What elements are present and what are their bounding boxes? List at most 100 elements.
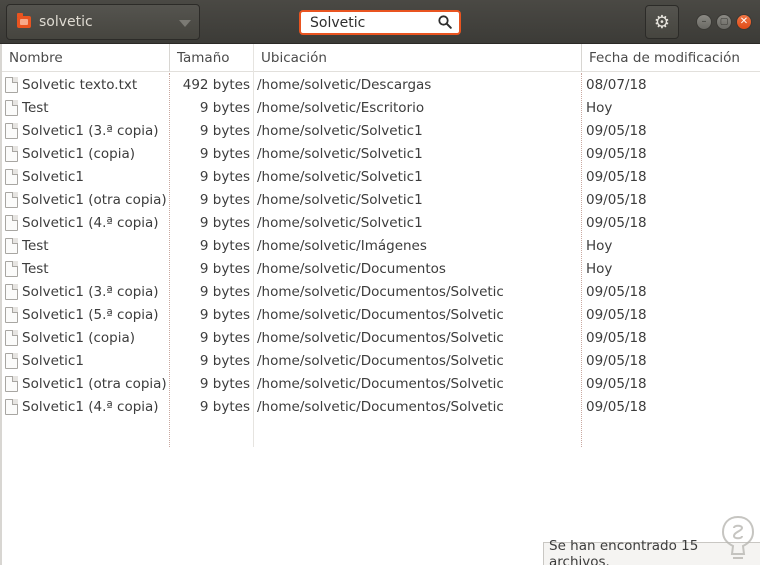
file-location: /home/solvetic/Documentos/Solvetic (257, 283, 504, 300)
minimize-button[interactable]: – (696, 14, 712, 30)
text-file-icon (5, 237, 18, 254)
file-name-cell: Solvetic1 (3.ª copia) (4, 119, 170, 142)
file-name: Solvetic1 (4.ª copia) (22, 214, 159, 231)
file-modified: 09/05/18 (586, 352, 647, 369)
file-name-cell: Solvetic1 (4.ª copia) (4, 211, 170, 234)
file-size: 9 bytes (199, 191, 250, 208)
column-header-size-label: Tamaño (177, 49, 230, 66)
text-file-icon (5, 329, 18, 346)
file-name: Solvetic texto.txt (22, 76, 138, 93)
text-file-icon (5, 191, 18, 208)
file-location: /home/solvetic/Solvetic1 (257, 122, 423, 139)
file-name-cell: Test (4, 96, 170, 119)
file-name: Solvetic1 (otra copia) (22, 191, 167, 208)
file-name: Test (22, 237, 49, 254)
column-header-name[interactable]: Nombre (2, 44, 170, 72)
file-modified: 09/05/18 (586, 375, 647, 392)
table-row[interactable]: Solvetic1 (4.ª copia) 9 bytes/home/solvet… (2, 395, 760, 418)
file-location: /home/solvetic/Imágenes (257, 237, 427, 254)
maximize-icon: ▢ (719, 16, 729, 27)
file-size: 9 bytes (199, 168, 250, 185)
table-row[interactable]: Solvetic1 9 bytes/home/solvetic/Solvetic1… (2, 165, 760, 188)
table-row[interactable]: Solvetic texto.txt 492 bytes/home/solveti… (2, 73, 760, 96)
file-location: /home/solvetic/Descargas (257, 76, 432, 93)
column-header-location-label: Ubicación (261, 49, 327, 66)
table-row[interactable]: Test 9 bytes/home/solvetic/Escritorio Hoy (2, 96, 760, 119)
folder-icon (17, 13, 31, 28)
file-modified: 09/05/18 (586, 306, 647, 323)
file-modified: 09/05/18 (586, 214, 647, 231)
search-icon[interactable] (438, 15, 452, 29)
text-file-icon (5, 352, 18, 369)
file-name-cell: Solvetic1 (5.ª copia) (4, 303, 170, 326)
table-row[interactable]: Solvetic1 (3.ª copia) 9 bytes/home/solvet… (2, 280, 760, 303)
table-row[interactable]: Solvetic1 (copia) 9 bytes/home/solvetic/D… (2, 326, 760, 349)
search-value: Solvetic (310, 14, 366, 31)
file-size: 9 bytes (199, 306, 250, 323)
column-header-size[interactable]: Tamaño (170, 44, 254, 72)
table-row[interactable]: Solvetic1 (5.ª copia) 9 bytes/home/solvet… (2, 303, 760, 326)
column-header-location[interactable]: Ubicación (254, 44, 582, 72)
file-modified: 09/05/18 (586, 122, 647, 139)
file-size: 492 bytes (182, 76, 250, 93)
file-modified: 09/05/18 (586, 191, 647, 208)
table-row[interactable]: Solvetic1 (otra copia) 9 bytes/home/solve… (2, 188, 760, 211)
file-location: /home/solvetic/Solvetic1 (257, 145, 423, 162)
file-size: 9 bytes (199, 352, 250, 369)
text-file-icon (5, 260, 18, 277)
file-name: Solvetic1 (4.ª copia) (22, 398, 159, 415)
file-modified: Hoy (586, 237, 613, 254)
file-location: /home/solvetic/Documentos/Solvetic (257, 306, 504, 323)
table-row[interactable]: Solvetic1 (3.ª copia) 9 bytes/home/solvet… (2, 119, 760, 142)
file-location: /home/solvetic/Escritorio (257, 99, 425, 116)
file-name-cell: Solvetic1 (4, 165, 170, 188)
file-name-cell: Solvetic1 (4, 349, 170, 372)
table-row[interactable]: Solvetic1 9 bytes/home/solvetic/Documento… (2, 349, 760, 372)
column-header-modified-label: Fecha de modificación (589, 49, 740, 66)
search-input[interactable]: Solvetic (299, 10, 461, 35)
file-modified: 08/07/18 (586, 76, 647, 93)
file-size: 9 bytes (199, 237, 250, 254)
file-modified: 09/05/18 (586, 145, 647, 162)
file-modified: Hoy (586, 260, 613, 277)
file-location: /home/solvetic/Solvetic1 (257, 191, 423, 208)
close-button[interactable]: ✕ (736, 14, 752, 30)
text-file-icon (5, 214, 18, 231)
chevron-down-icon (179, 20, 191, 27)
column-header-modified[interactable]: Fecha de modificación (582, 44, 760, 72)
file-size: 9 bytes (199, 375, 250, 392)
file-name-cell: Solvetic1 (copia) (4, 326, 170, 349)
close-icon: ✕ (739, 16, 749, 27)
text-file-icon (5, 122, 18, 139)
text-file-icon (5, 76, 18, 93)
solvetic-logo (721, 515, 755, 559)
text-file-icon (5, 168, 18, 185)
file-size: 9 bytes (199, 398, 250, 415)
table-row[interactable]: Test 9 bytes/home/solvetic/Documentos Hoy (2, 257, 760, 280)
file-name-cell: Solvetic1 (otra copia) (4, 188, 170, 211)
folder-label: solvetic (39, 14, 93, 30)
file-size: 9 bytes (199, 214, 250, 231)
file-name-cell: Solvetic texto.txt (4, 73, 170, 96)
maximize-button[interactable]: ▢ (716, 14, 732, 30)
file-location: /home/solvetic/Documentos/Solvetic (257, 329, 504, 346)
settings-button[interactable]: ⚙ (645, 5, 679, 39)
file-name: Solvetic1 (3.ª copia) (22, 283, 159, 300)
file-location: /home/solvetic/Solvetic1 (257, 168, 423, 185)
file-location: /home/solvetic/Documentos/Solvetic (257, 352, 504, 369)
text-file-icon (5, 306, 18, 323)
file-name: Solvetic1 (copia) (22, 145, 136, 162)
file-name: Test (22, 99, 49, 116)
search-results: Nombre Tamaño Ubicación Fecha de modific… (0, 44, 760, 565)
minimize-icon: – (701, 16, 707, 27)
file-name: Solvetic1 (22, 352, 84, 369)
gear-icon: ⚙ (653, 11, 671, 33)
folder-dropdown[interactable]: solvetic (6, 4, 200, 40)
table-row[interactable]: Solvetic1 (copia) 9 bytes/home/solvetic/S… (2, 142, 760, 165)
table-row[interactable]: Solvetic1 (4.ª copia) 9 bytes/home/solvet… (2, 211, 760, 234)
file-name: Solvetic1 (22, 168, 84, 185)
table-row[interactable]: Test 9 bytes/home/solvetic/Imágenes Hoy (2, 234, 760, 257)
table-row[interactable]: Solvetic1 (otra copia) 9 bytes/home/solve… (2, 372, 760, 395)
file-name: Solvetic1 (copia) (22, 329, 136, 346)
file-size: 9 bytes (199, 329, 250, 346)
